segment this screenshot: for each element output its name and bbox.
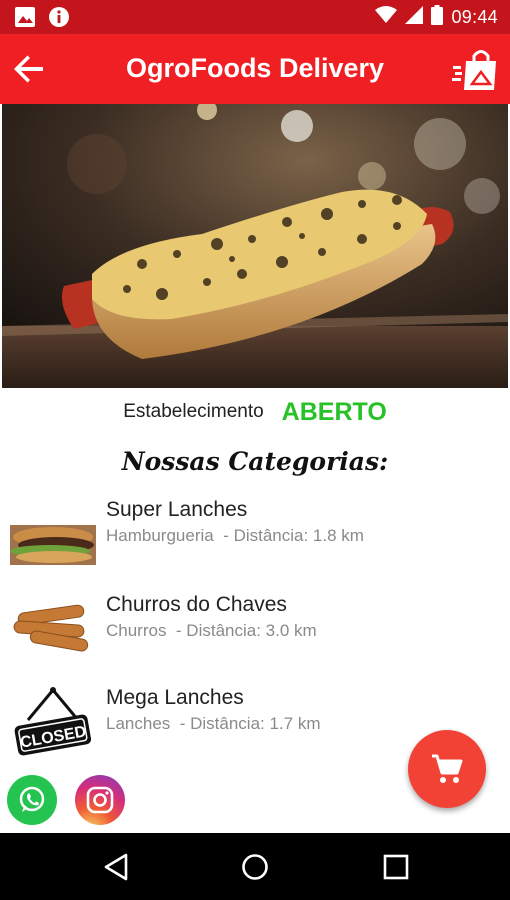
whatsapp-icon (19, 786, 45, 812)
hero-image (2, 104, 508, 388)
info-icon (48, 6, 70, 33)
back-nav-icon (104, 853, 128, 881)
closed-sign: CLOSED (10, 684, 96, 764)
churros-photo (10, 593, 96, 663)
nav-back-button[interactable] (100, 851, 132, 883)
wifi-icon (375, 6, 398, 29)
app-title: OgroFoods Delivery (125, 53, 385, 83)
categories-title: Nossas Categorias: (121, 447, 389, 476)
category-info: Hamburgueria - Distância: 1.8 km (106, 526, 364, 546)
cart-icon (432, 754, 463, 783)
category-name: Mega Lanches (106, 686, 244, 709)
status-bar: 09:44 (0, 0, 510, 34)
burger-photo (10, 505, 96, 575)
establishment-status: ABERTO (281, 397, 387, 426)
shopping-bag-icon (452, 50, 496, 90)
status-time: 09:44 (451, 7, 498, 27)
nav-home-button[interactable] (239, 851, 271, 883)
nav-recents-button[interactable] (380, 851, 412, 883)
category-distance: - Distância: 1.8 km (223, 526, 364, 545)
category-type: Lanches (106, 714, 171, 733)
category-name: Super Lanches (106, 498, 248, 521)
shopping-bag-button[interactable] (452, 46, 500, 92)
instagram-icon (86, 786, 114, 814)
category-name: Churros do Chaves (106, 593, 287, 616)
recents-nav-icon (383, 854, 409, 880)
category-info: Churros - Distância: 3.0 km (106, 621, 317, 641)
home-nav-icon (242, 854, 268, 880)
category-distance: - Distância: 1.7 km (179, 714, 321, 733)
category-item-churros[interactable]: Churros do Chaves Churros - Distância: 3… (0, 585, 510, 675)
signal-icon (405, 6, 424, 29)
cart-button[interactable] (408, 730, 486, 808)
whatsapp-button[interactable] (7, 775, 57, 825)
image-icon (14, 6, 36, 33)
battery-icon (431, 5, 444, 30)
app-bar: OgroFoods Delivery (0, 34, 510, 104)
category-info: Lanches - Distância: 1.7 km (106, 714, 321, 734)
establishment-label: Estabelecimento (123, 401, 264, 422)
category-type: Hamburgueria (106, 526, 214, 545)
system-nav-bar (0, 833, 510, 900)
instagram-button[interactable] (75, 775, 125, 825)
category-distance: - Distância: 3.0 km (175, 621, 317, 640)
category-item-super-lanches[interactable]: Super Lanches Hamburgueria - Distância: … (0, 490, 510, 580)
category-type: Churros (106, 621, 167, 640)
establishment-status-row: Estabelecimento ABERTO (0, 396, 510, 428)
